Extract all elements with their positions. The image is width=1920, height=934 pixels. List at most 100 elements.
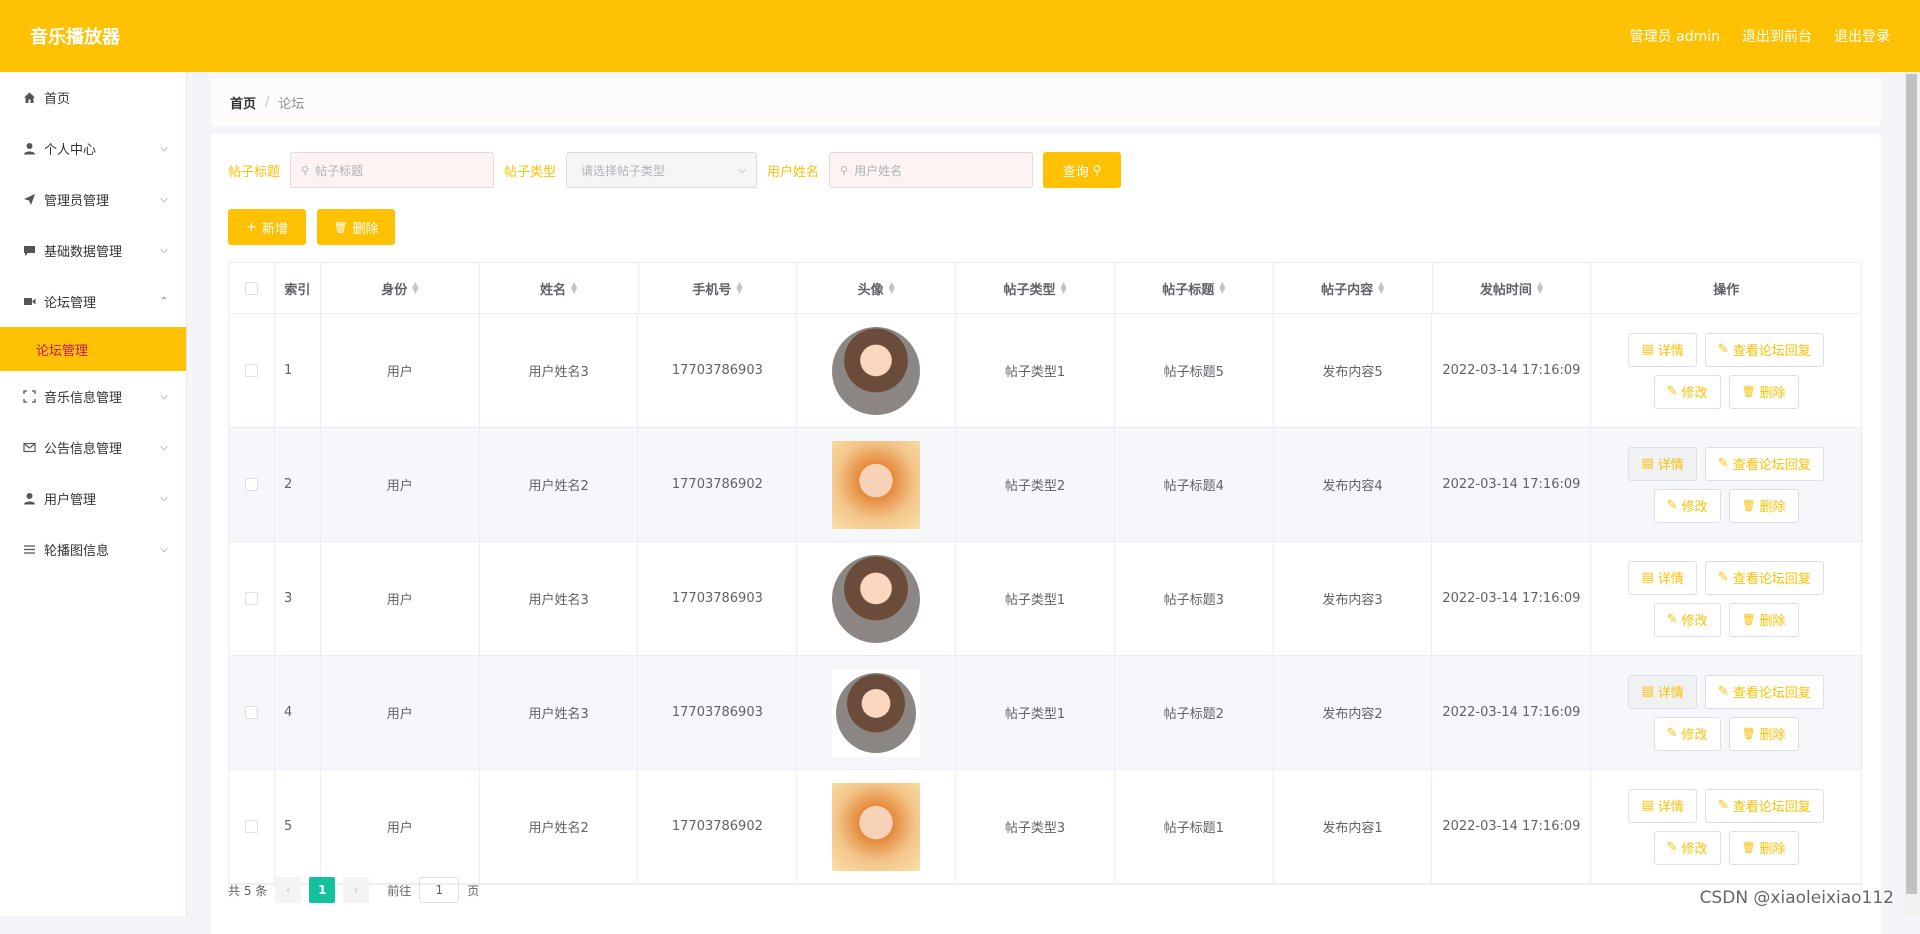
search-form: 帖子标题 ⚲ 帖子标题 帖子类型 请选择帖子类型 ⌵ 用户姓名 ⚲ 用户姓名 查… (228, 152, 1121, 188)
goto-label: 前往 (387, 882, 411, 899)
view-replies-button[interactable]: ✎查看论坛回复 (1705, 789, 1824, 823)
detail-button[interactable]: ▤详情 (1628, 789, 1696, 823)
select-all-checkbox-cell[interactable] (229, 263, 275, 313)
delete-button[interactable]: 🗑删除 (1729, 375, 1799, 409)
cell-post-type: 帖子类型1 (956, 542, 1115, 655)
edit-button[interactable]: ✎修改 (1654, 375, 1721, 409)
table-row: 1 用户 用户姓名3 17703786903 帖子类型1 帖子标题5 发布内容5… (229, 314, 1861, 428)
breadcrumb: 首页 / 论坛 (211, 78, 1881, 126)
cell-post-type: 帖子类型2 (956, 428, 1115, 541)
select-all-checkbox[interactable] (245, 282, 258, 295)
row-checkbox[interactable] (245, 820, 258, 833)
sidebar-item-admin-management[interactable]: 管理员管理 ⌵ (0, 174, 186, 225)
edit-button[interactable]: ✎修改 (1654, 717, 1721, 751)
edit-icon: ✎ (1718, 342, 1729, 357)
row-checkbox[interactable] (245, 364, 258, 377)
bulk-delete-button[interactable]: 🗑 删除 (317, 209, 395, 245)
scrollbar-thumb[interactable] (1906, 74, 1917, 894)
col-avatar[interactable]: 头像▲▼ (797, 263, 956, 313)
sidebar-item-forum-management[interactable]: 论坛管理 ⌃ (0, 276, 186, 327)
edit-icon: ✎ (1718, 798, 1729, 813)
title-search-input[interactable]: ⚲ 帖子标题 (290, 152, 494, 188)
col-phone[interactable]: 手机号▲▼ (639, 263, 798, 313)
delete-button[interactable]: 🗑删除 (1729, 603, 1799, 637)
delete-button[interactable]: 🗑删除 (1729, 831, 1799, 865)
add-button[interactable]: + 新增 (228, 209, 306, 245)
row-checkbox[interactable] (245, 478, 258, 491)
sidebar-subitem-forum-management[interactable]: 论坛管理 (0, 327, 186, 371)
sidebar-item-music-info[interactable]: 音乐信息管理 ⌵ (0, 371, 186, 422)
exit-to-front-link[interactable]: 退出到前台 (1742, 26, 1812, 46)
col-name[interactable]: 姓名▲▼ (480, 263, 639, 313)
sort-icon[interactable]: ▲▼ (889, 282, 895, 294)
page-number-current[interactable]: 1 (309, 877, 335, 903)
row-checkbox[interactable] (245, 706, 258, 719)
cell-post-title: 帖子标题3 (1115, 542, 1274, 655)
reply-label: 查看论坛回复 (1733, 340, 1811, 359)
detail-button[interactable]: ▤详情 (1628, 561, 1696, 595)
sort-icon[interactable]: ▲▼ (1537, 282, 1543, 294)
trash-icon: 🗑 (1742, 499, 1756, 512)
detail-button[interactable]: ▤详情 (1628, 447, 1696, 481)
sort-icon[interactable]: ▲▼ (736, 282, 742, 294)
send-icon (22, 193, 36, 207)
content-panel: 帖子标题 ⚲ 帖子标题 帖子类型 请选择帖子类型 ⌵ 用户姓名 ⚲ 用户姓名 查… (211, 134, 1881, 934)
cell-index: 5 (275, 770, 321, 883)
detail-label: 详情 (1658, 454, 1684, 473)
admin-label[interactable]: 管理员 admin (1630, 26, 1720, 46)
next-page-button[interactable]: › (343, 877, 369, 903)
col-post-title[interactable]: 帖子标题▲▼ (1115, 263, 1274, 313)
view-replies-button[interactable]: ✎ 查看论坛回复 (1705, 333, 1824, 367)
delete-button[interactable]: 🗑删除 (1729, 489, 1799, 523)
sidebar-item-notice-info[interactable]: 公告信息管理 ⌵ (0, 422, 186, 473)
sidebar-item-home[interactable]: 首页 (0, 72, 186, 123)
col-post-time[interactable]: 发帖时间▲▼ (1433, 263, 1592, 313)
query-button[interactable]: 查询 ⚲ (1043, 152, 1121, 188)
edit-button[interactable]: ✎修改 (1654, 489, 1721, 523)
cell-name: 用户姓名3 (480, 656, 639, 769)
sort-icon[interactable]: ▲▼ (412, 282, 418, 294)
sort-icon[interactable]: ▲▼ (1378, 282, 1384, 294)
sidebar-item-basic-data[interactable]: 基础数据管理 ⌵ (0, 225, 186, 276)
sidebar-item-user-management[interactable]: 用户管理 ⌵ (0, 473, 186, 524)
row-checkbox[interactable] (245, 592, 258, 605)
prev-page-button[interactable]: ‹ (275, 877, 301, 903)
col-post-content[interactable]: 帖子内容▲▼ (1274, 263, 1433, 313)
col-post-type[interactable]: 帖子类型▲▼ (956, 263, 1115, 313)
sort-icon[interactable]: ▲▼ (1219, 282, 1225, 294)
sort-icon[interactable]: ▲▼ (571, 282, 577, 294)
sidebar-item-label: 音乐信息管理 (44, 387, 122, 406)
detail-button[interactable]: ▤详情 (1628, 675, 1696, 709)
goto-page-input[interactable]: 1 (419, 877, 459, 903)
sidebar-item-personal-center[interactable]: 个人中心 ⌵ (0, 123, 186, 174)
cell-role: 用户 (321, 770, 480, 883)
detail-button[interactable]: ▤详情 (1628, 333, 1696, 367)
col-role[interactable]: 身份▲▼ (321, 263, 480, 313)
avatar (832, 555, 920, 643)
cell-post-content: 发布内容4 (1274, 428, 1433, 541)
breadcrumb-home[interactable]: 首页 (230, 93, 256, 112)
col-actions: 操作 (1591, 263, 1861, 313)
type-select[interactable]: 请选择帖子类型 ⌵ (566, 152, 757, 188)
sidebar-item-carousel-info[interactable]: 轮播图信息 ⌵ (0, 524, 186, 575)
cell-post-type: 帖子类型3 (956, 770, 1115, 883)
cell-post-type: 帖子类型1 (956, 314, 1115, 427)
logout-link[interactable]: 退出登录 (1834, 26, 1890, 46)
edit-button[interactable]: ✎修改 (1654, 831, 1721, 865)
cell-role: 用户 (321, 428, 480, 541)
user-search-input[interactable]: ⚲ 用户姓名 (829, 152, 1033, 188)
cell-post-title: 帖子标题2 (1115, 656, 1274, 769)
edit-icon: ✎ (1718, 684, 1729, 699)
view-replies-button[interactable]: ✎ 查看论坛回复 (1705, 675, 1824, 709)
trash-icon: 🗑 (334, 221, 348, 234)
expand-icon (22, 390, 36, 404)
reply-label: 查看论坛回复 (1733, 682, 1811, 701)
view-replies-button[interactable]: ✎查看论坛回复 (1705, 561, 1824, 595)
sort-icon[interactable]: ▲▼ (1060, 282, 1066, 294)
edit-label: 修改 (1682, 610, 1708, 629)
edit-button[interactable]: ✎修改 (1654, 603, 1721, 637)
delete-button[interactable]: 🗑删除 (1729, 717, 1799, 751)
vertical-scrollbar[interactable] (1903, 72, 1920, 916)
view-replies-button[interactable]: ✎查看论坛回复 (1705, 447, 1824, 481)
watermark: CSDN @xiaoleixiao112 (1700, 888, 1894, 908)
